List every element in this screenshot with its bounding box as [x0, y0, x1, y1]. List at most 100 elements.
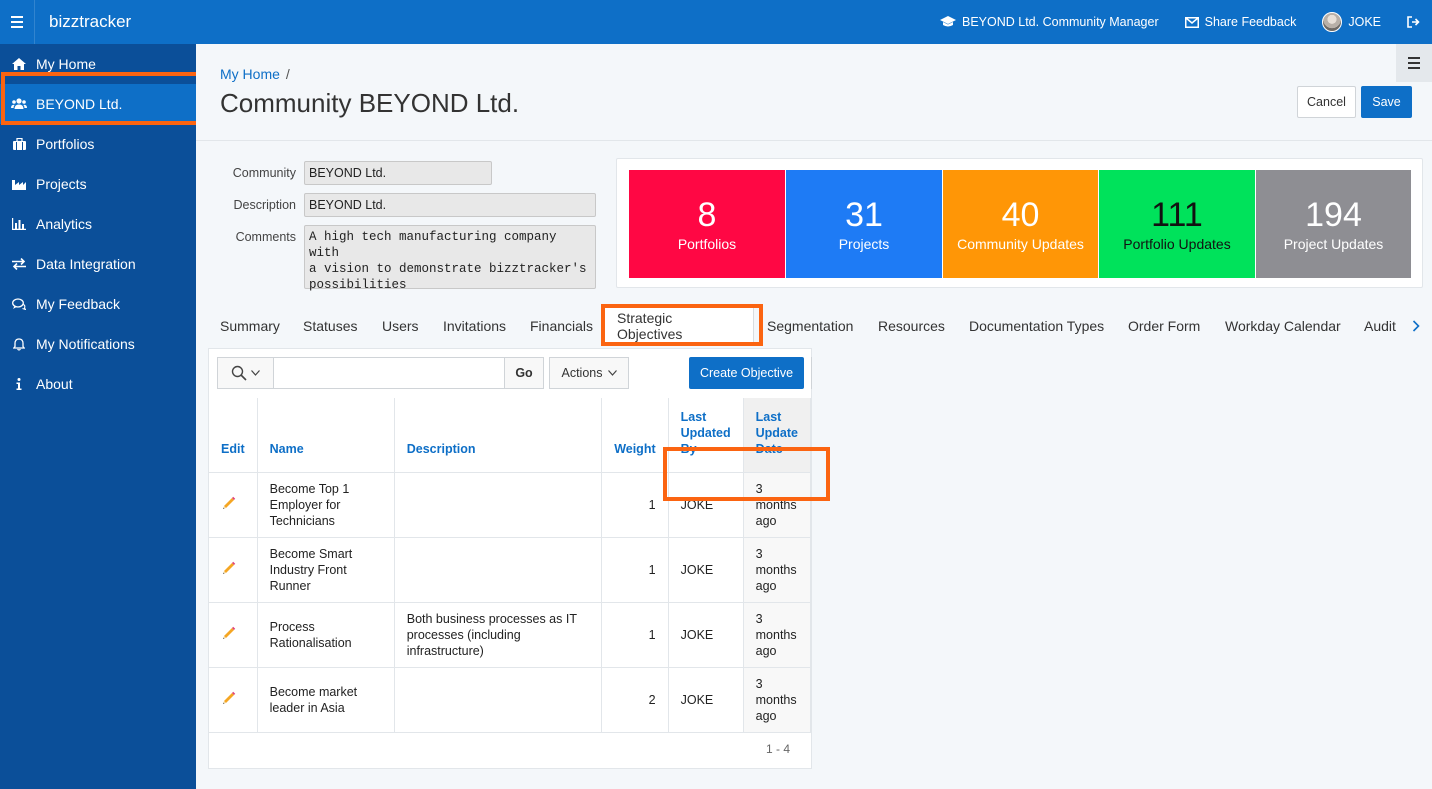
weight-cell: 2: [601, 667, 669, 733]
chevron-down-icon: [251, 370, 260, 376]
sidebar-item-beyond-ltd[interactable]: BEYOND Ltd.: [0, 84, 196, 124]
pencil-icon[interactable]: [221, 560, 237, 580]
column-header-name[interactable]: Name: [257, 398, 395, 473]
sidebar-item-label: My Feedback: [36, 296, 121, 312]
divider: [811, 357, 812, 389]
breadcrumb-home-link[interactable]: My Home: [220, 66, 280, 82]
stat-project-updates[interactable]: 194 Project Updates: [1256, 170, 1411, 278]
sidebar-item-data-integration[interactable]: Data Integration: [0, 244, 196, 284]
column-header-last-updated-by[interactable]: Last Updated By: [668, 398, 744, 473]
stat-community-updates[interactable]: 40 Community Updates: [943, 170, 1098, 278]
sidebar-item-label: Portfolios: [36, 136, 95, 152]
briefcase-icon: [0, 138, 36, 150]
tab-statuses[interactable]: Statuses: [291, 306, 369, 346]
sidebar-item-my-feedback[interactable]: My Feedback: [0, 284, 196, 324]
update-date-cell: 3 months ago: [743, 537, 812, 603]
user-menu[interactable]: JOKE: [1322, 12, 1381, 32]
menu-toggle-icon[interactable]: [2, 0, 32, 44]
share-feedback-link[interactable]: Share Feedback: [1184, 15, 1296, 29]
tab-workday-calendar[interactable]: Workday Calendar: [1213, 306, 1353, 346]
community-label: Community: [232, 166, 296, 180]
tab-documentation-types[interactable]: Documentation Types: [957, 306, 1116, 346]
stat-label: Project Updates: [1283, 236, 1384, 252]
chevron-down-icon: [607, 370, 617, 376]
pencil-icon[interactable]: [221, 625, 237, 645]
pencil-icon[interactable]: [221, 690, 237, 710]
create-objective-button[interactable]: Create Objective: [689, 357, 804, 389]
search-input[interactable]: [273, 357, 505, 389]
tab-summary[interactable]: Summary: [208, 306, 292, 346]
search-column-button[interactable]: [217, 357, 273, 389]
stat-value: 40: [1001, 196, 1040, 234]
pencil-icon[interactable]: [221, 495, 237, 515]
cancel-button[interactable]: Cancel: [1297, 86, 1356, 118]
exchange-icon: [0, 258, 36, 270]
pagination-label: 1 - 4: [766, 742, 791, 756]
edit-cell: [209, 602, 258, 668]
tab-segmentation[interactable]: Segmentation: [755, 306, 865, 346]
comments-textarea[interactable]: A high tech manufacturing company with a…: [304, 225, 596, 292]
tab-users[interactable]: Users: [370, 306, 431, 346]
right-panel-toggle-icon[interactable]: [1396, 44, 1432, 82]
table-row: Process Rationalisation Both business pr…: [209, 602, 812, 668]
sidebar-item-my-notifications[interactable]: My Notifications: [0, 324, 196, 364]
chevron-right-icon[interactable]: [1406, 314, 1426, 338]
sidebar-item-projects[interactable]: Projects: [0, 164, 196, 204]
tab-resources[interactable]: Resources: [866, 306, 957, 346]
table-header-row: Edit Name Description Weight Last Update…: [209, 398, 812, 473]
weight-cell: 1: [601, 602, 669, 668]
tab-financials[interactable]: Financials: [518, 306, 605, 346]
search-icon: [231, 365, 247, 381]
divider: [34, 0, 35, 44]
role-menu[interactable]: BEYOND Ltd. Community Manager: [940, 15, 1159, 29]
save-button[interactable]: Save: [1361, 86, 1412, 118]
sidebar-item-about[interactable]: About: [0, 364, 196, 404]
stat-value: 111: [1151, 196, 1203, 234]
objectives-report: Go Actions Create Objective Edit Name De…: [208, 348, 812, 769]
description-field[interactable]: BEYOND Ltd.: [304, 193, 596, 217]
tab-order-form[interactable]: Order Form: [1116, 306, 1212, 346]
tab-invitations[interactable]: Invitations: [431, 306, 518, 346]
description-cell: Both business processes as IT processes …: [394, 602, 603, 668]
report-toolbar: Go Actions: [217, 357, 629, 389]
weight-cell: 1: [601, 537, 669, 603]
go-button[interactable]: Go: [505, 357, 544, 389]
app-logo[interactable]: bizztracker: [49, 12, 131, 32]
sidebar-item-portfolios[interactable]: Portfolios: [0, 124, 196, 164]
description-row: Description BEYOND Ltd.: [196, 193, 596, 217]
stat-portfolio-updates[interactable]: 111 Portfolio Updates: [1099, 170, 1255, 278]
avatar: [1322, 12, 1343, 32]
tab-audit[interactable]: Audit: [1352, 306, 1402, 346]
stat-portfolios[interactable]: 8 Portfolios: [629, 170, 785, 278]
factory-icon: [0, 178, 36, 190]
sidebar-item-label: About: [36, 376, 73, 392]
tab-strategic-objectives[interactable]: Strategic Objectives: [604, 306, 754, 346]
sign-out-icon: [1407, 16, 1420, 28]
info-icon: [0, 378, 36, 390]
actions-menu-button[interactable]: Actions: [549, 357, 629, 389]
stat-label: Projects: [838, 236, 890, 252]
home-icon: [0, 58, 36, 70]
sidebar-item-my-home[interactable]: My Home: [0, 44, 196, 84]
sidebar-item-label: My Home: [36, 56, 96, 72]
description-cell: [394, 472, 603, 538]
column-header-last-update-date[interactable]: Last Update Date: [743, 398, 812, 473]
stat-projects[interactable]: 31 Projects: [786, 170, 942, 278]
sidebar-item-label: BEYOND Ltd.: [36, 96, 123, 112]
column-header-weight[interactable]: Weight: [601, 398, 669, 473]
main-content: My Home / Community BEYOND Ltd. Cancel Sa…: [196, 44, 1432, 789]
actions-label: Actions: [561, 366, 603, 380]
update-date-cell: 3 months ago: [743, 602, 812, 668]
stat-label: Portfolios: [677, 236, 737, 252]
sidebar-item-label: Analytics: [36, 216, 93, 232]
table-row: Become Smart Industry Front Runner 1 JOK…: [209, 537, 812, 603]
updated-by-cell: JOKE: [668, 472, 744, 538]
logout-button[interactable]: [1407, 16, 1420, 28]
sidebar-item-analytics[interactable]: Analytics: [0, 204, 196, 244]
community-field[interactable]: BEYOND Ltd.: [304, 161, 492, 185]
sidebar-item-label: Projects: [36, 176, 87, 192]
name-cell: Process Rationalisation: [257, 602, 395, 668]
column-header-description[interactable]: Description: [394, 398, 603, 473]
table-row: Become market leader in Asia 2 JOKE 3 mo…: [209, 667, 812, 733]
users-icon: [0, 98, 36, 110]
